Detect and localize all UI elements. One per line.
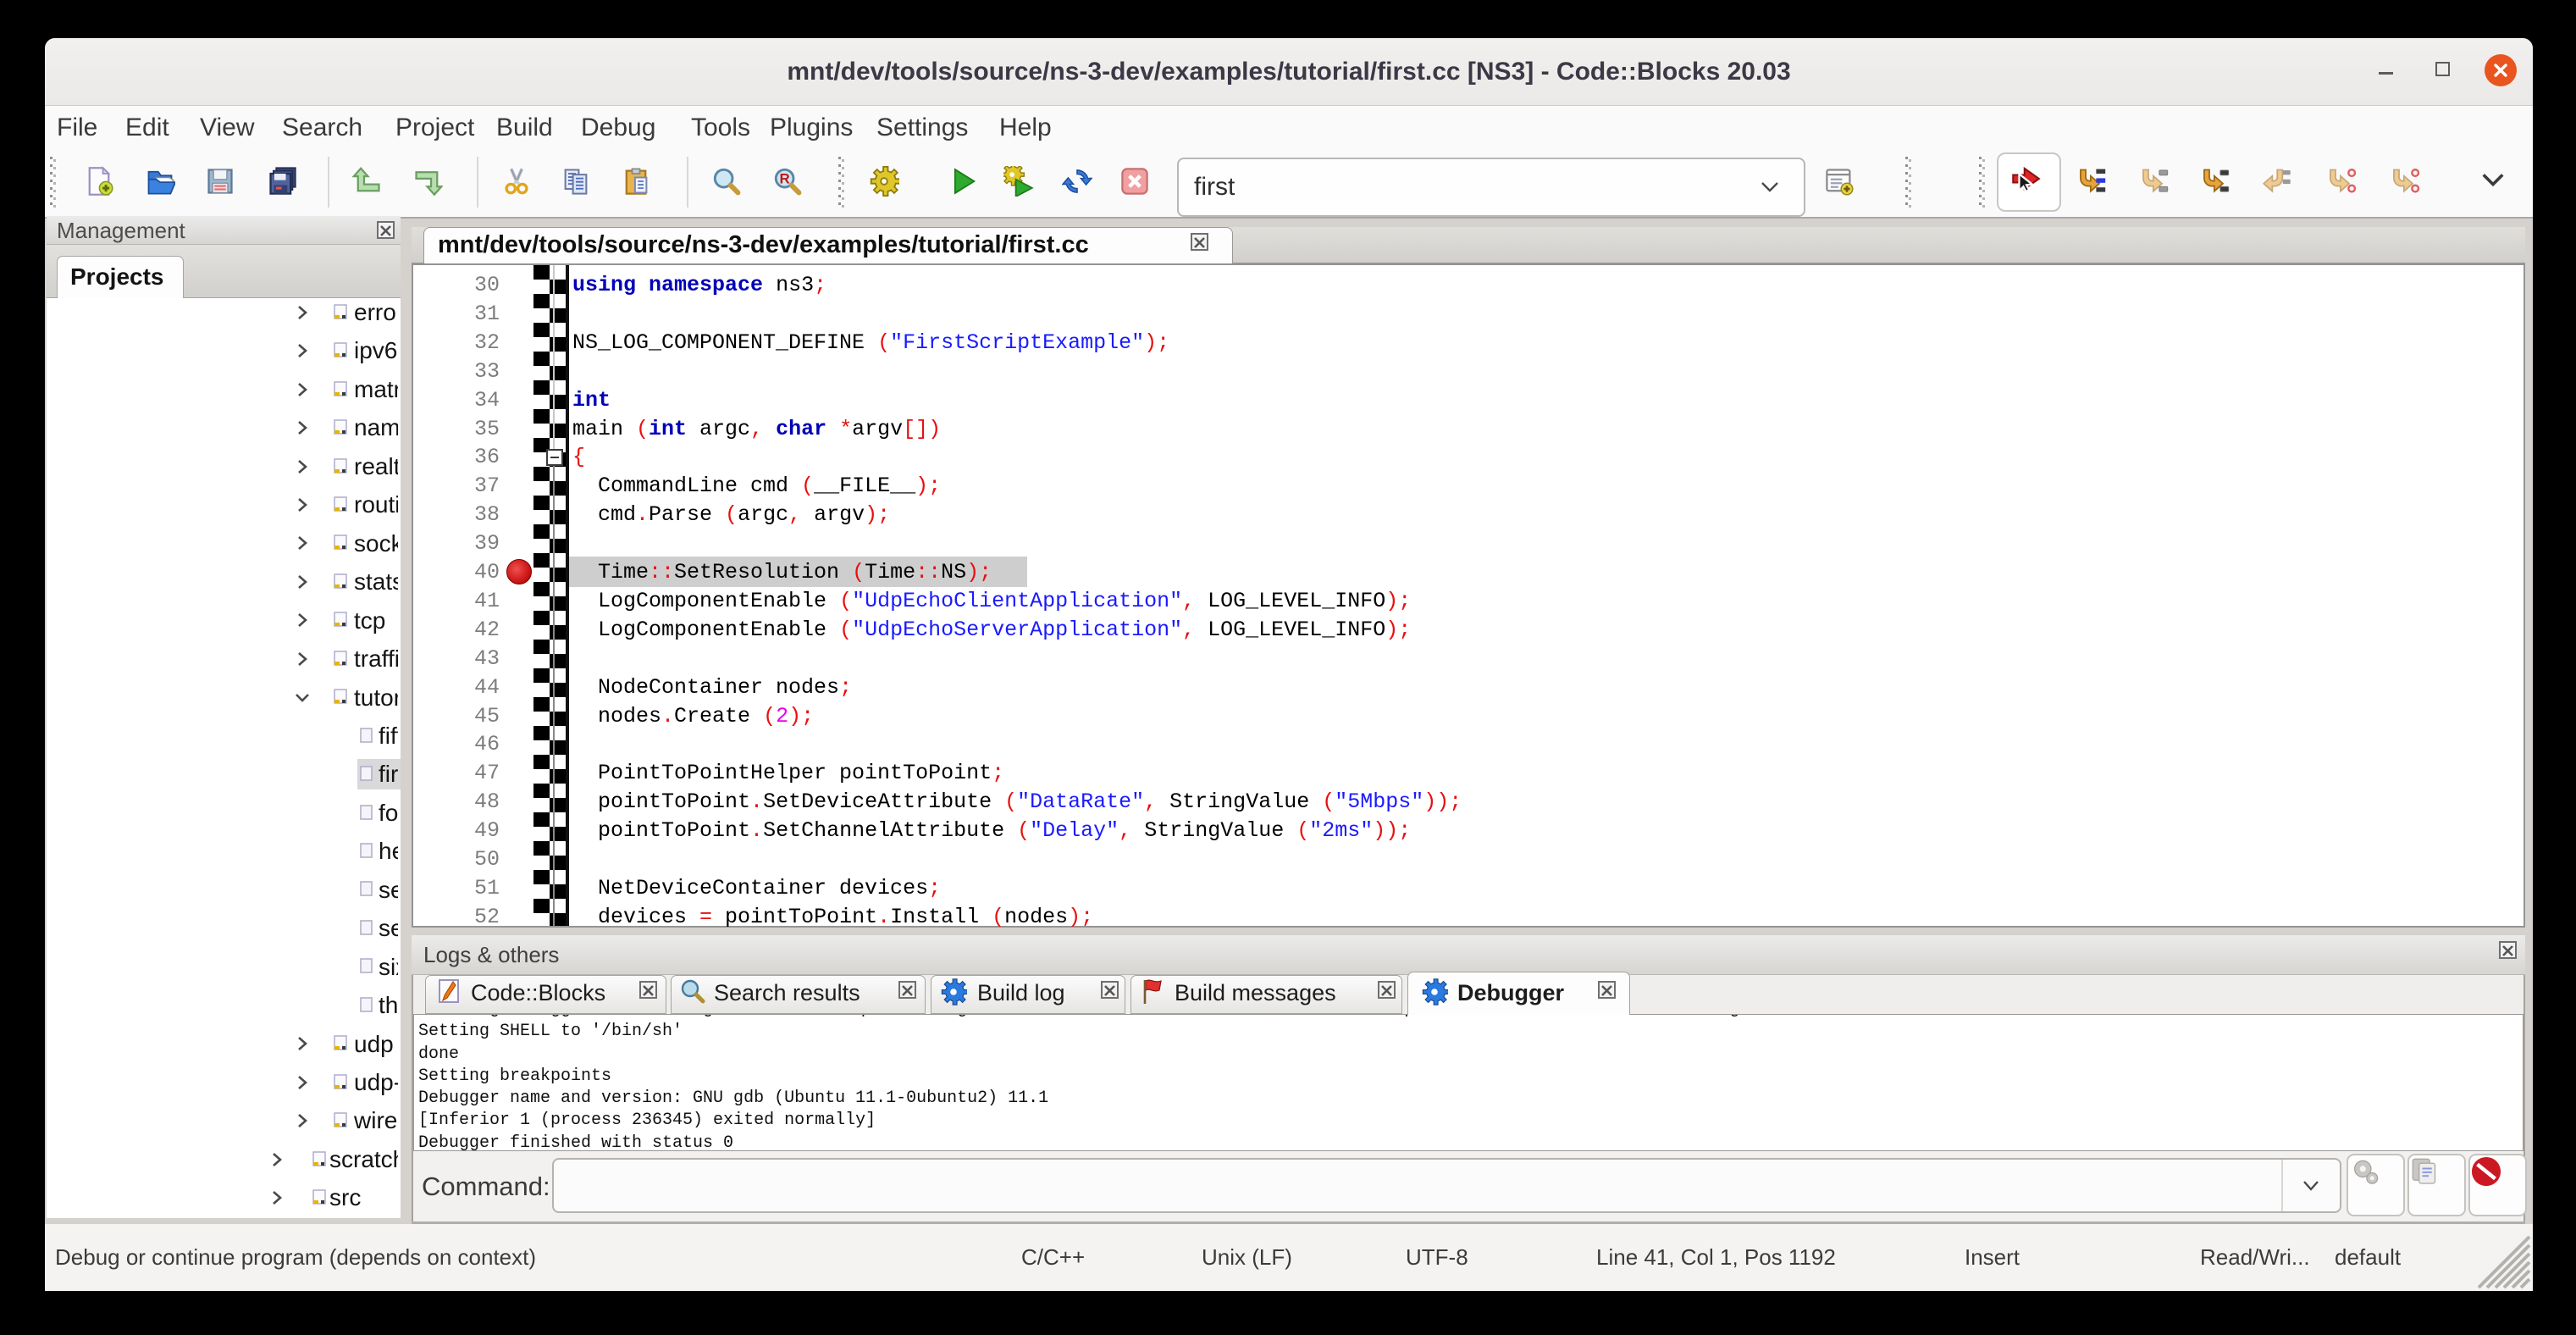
svg-text:R: R — [780, 170, 790, 186]
